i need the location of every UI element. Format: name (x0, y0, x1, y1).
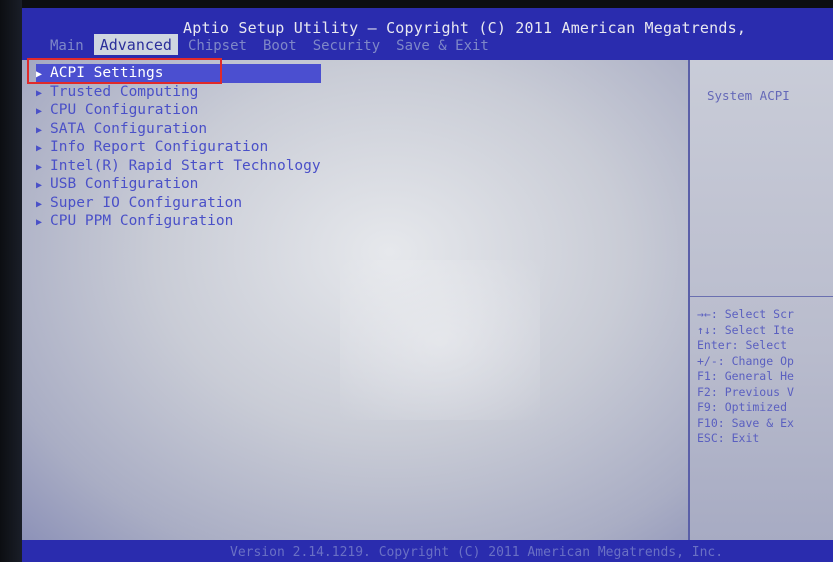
key-hint-esc: ESC: Exit (697, 431, 760, 445)
menu-item-label: SATA Configuration (50, 120, 208, 137)
tab-security[interactable]: Security (307, 36, 386, 55)
menu-item-label: CPU Configuration (50, 102, 199, 118)
key-hint-select-item: ↑↓: Select Ite (697, 322, 794, 337)
menu-item-cpu-configuration[interactable]: ▶ CPU Configuration (36, 101, 321, 120)
key-legend: →←: Select Scr ↑↓: Select Ite Enter: Sel… (697, 307, 794, 447)
menu-item-label: Trusted Computing (50, 83, 199, 100)
key-hint-f2: F2: Previous V (697, 384, 794, 399)
menu-item-label: USB Configuration (50, 176, 199, 192)
key-hint-select-screen: →←: Select Scr (697, 307, 794, 321)
key-hint-f1: F1: General He (697, 369, 794, 383)
tab-main[interactable]: Main (44, 36, 90, 55)
key-hint-enter: Enter: Select (697, 338, 788, 352)
bios-screen: Aptio Setup Utility – Copyright (C) 2011… (0, 0, 833, 562)
monitor-bezel-top (0, 0, 833, 8)
annotation-highlight-box (27, 58, 222, 84)
menu-item-label: Super IO Configuration (50, 194, 243, 211)
menu-item-label: Info Report Configuration (50, 139, 269, 155)
tab-boot[interactable]: Boot (257, 36, 303, 55)
menu-item-label: Intel(R) Rapid Start Technology (50, 157, 321, 174)
tab-bar: Main Advanced Chipset Boot Security Save… (44, 33, 499, 55)
help-separator (690, 296, 833, 297)
menu-item-trusted-computing[interactable]: ▶ Trusted Computing (36, 83, 321, 102)
menu-item-usb-configuration[interactable]: ▶ USB Configuration (36, 175, 321, 194)
footer-version: Version 2.14.1219. Copyright (C) 2011 Am… (230, 545, 724, 560)
advanced-menu: ▶ ACPI Settings ▶ Trusted Computing ▶ CPU C… (36, 64, 321, 231)
tab-chipset[interactable]: Chipset (182, 36, 253, 55)
tab-advanced[interactable]: Advanced (93, 34, 178, 55)
menu-item-rapid-start-technology[interactable]: ▶ Intel(R) Rapid Start Technology (36, 157, 321, 176)
menu-item-label: CPU PPM Configuration (50, 213, 234, 229)
help-panel (690, 60, 833, 540)
menu-item-cpu-ppm-configuration[interactable]: ▶ CPU PPM Configuration (36, 212, 321, 231)
help-description: System ACPI (707, 88, 790, 103)
key-hint-change-option: +/-: Change Op (697, 353, 794, 368)
monitor-bezel-left (0, 0, 22, 562)
tab-save-exit[interactable]: Save & Exit (390, 36, 495, 55)
menu-item-super-io-configuration[interactable]: ▶ Super IO Configuration (36, 194, 321, 213)
key-hint-f10: F10: Save & Ex (697, 415, 794, 430)
menu-item-sata-configuration[interactable]: ▶ SATA Configuration (36, 120, 321, 139)
key-hint-f9: F9: Optimized (697, 400, 788, 414)
menu-item-info-report-configuration[interactable]: ▶ Info Report Configuration (36, 138, 321, 157)
submenu-arrow-icon: ▶ (36, 217, 43, 228)
